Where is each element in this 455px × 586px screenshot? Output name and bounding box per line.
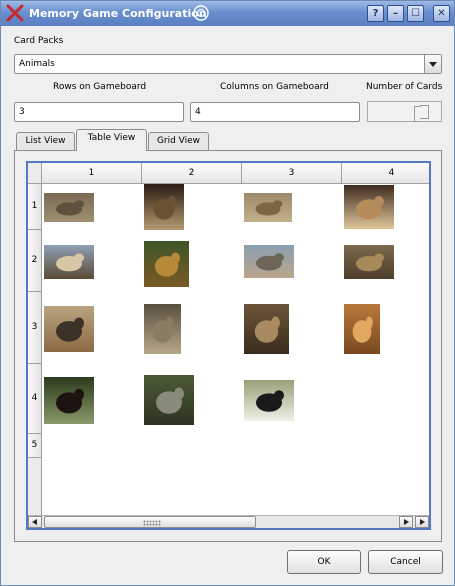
- card-table[interactable]: 1 2 3 4 1 2 3 4 5: [26, 161, 431, 530]
- chevron-down-icon[interactable]: [424, 55, 441, 73]
- horizontal-scrollbar[interactable]: [28, 515, 429, 528]
- card-packs-value: Animals: [19, 59, 55, 69]
- card-image-lion[interactable]: [344, 304, 380, 354]
- tab-list-view[interactable]: List View: [16, 132, 75, 150]
- column-header[interactable]: 1: [42, 163, 142, 184]
- rows-label: Rows on Gameboard: [53, 82, 147, 92]
- row-number: 1: [31, 200, 38, 211]
- row-header[interactable]: 2: [28, 230, 42, 292]
- app-x-icon: [6, 4, 24, 22]
- columns-label: Columns on Gameboard: [220, 82, 329, 92]
- ok-button[interactable]: OK: [287, 550, 361, 574]
- lcd-digit: [414, 105, 429, 122]
- window-title: Memory Game Configuration: [29, 7, 207, 20]
- swirl-icon: [193, 5, 209, 21]
- tab-grid-view[interactable]: Grid View: [148, 132, 209, 150]
- row-number: 5: [31, 439, 38, 450]
- scroll-right-button[interactable]: [399, 516, 413, 528]
- title-bar[interactable]: Memory Game Configuration ? – ☐ ✕: [1, 1, 454, 26]
- scrollbar-thumb[interactable]: [44, 516, 256, 528]
- maximize-button[interactable]: ☐: [407, 5, 424, 22]
- minimize-button[interactable]: –: [387, 5, 404, 22]
- card-image-hippo-water[interactable]: [244, 245, 294, 278]
- row-number: 3: [31, 321, 38, 332]
- column-header[interactable]: 3: [242, 163, 342, 184]
- scroll-right-end-button[interactable]: [415, 516, 429, 528]
- column-header[interactable]: 2: [142, 163, 242, 184]
- number-of-cards-display: [367, 101, 442, 122]
- tab-table-view[interactable]: Table View: [76, 129, 147, 151]
- card-image-bear[interactable]: [344, 185, 394, 229]
- card-image-vervet-monkey[interactable]: [144, 375, 194, 425]
- card-image-armadillo[interactable]: [44, 193, 94, 222]
- card-image-oryx[interactable]: [44, 245, 94, 279]
- columns-value: 4: [195, 107, 201, 117]
- row-number: 2: [31, 254, 38, 265]
- dialog-window: Memory Game Configuration ? – ☐ ✕ Card P…: [0, 0, 455, 586]
- cancel-button[interactable]: Cancel: [368, 550, 443, 574]
- close-button[interactable]: ✕: [433, 5, 450, 22]
- card-image-jackal[interactable]: [44, 306, 94, 352]
- rows-field[interactable]: 3: [14, 102, 184, 122]
- row-header[interactable]: 3: [28, 292, 42, 364]
- row-header[interactable]: 4: [28, 364, 42, 434]
- scroll-left-button[interactable]: [28, 516, 42, 528]
- row-header[interactable]: 5: [28, 434, 42, 458]
- card-image-giraffe[interactable]: [144, 241, 189, 287]
- card-image-antelope-horns[interactable]: [144, 184, 184, 230]
- card-image-running-antelope[interactable]: [244, 193, 292, 222]
- card-packs-label: Card Packs: [14, 36, 64, 46]
- table-corner: [28, 163, 42, 184]
- card-image-kudu[interactable]: [244, 304, 289, 354]
- card-image-lion-resting[interactable]: [344, 245, 394, 279]
- help-button[interactable]: ?: [367, 5, 384, 22]
- card-image-sable-antelope[interactable]: [44, 377, 94, 424]
- grip-icon: [143, 520, 161, 526]
- card-image-zebra[interactable]: [244, 380, 294, 421]
- card-packs-select[interactable]: Animals: [14, 54, 442, 74]
- columns-field[interactable]: 4: [190, 102, 360, 122]
- row-number: 4: [31, 392, 38, 403]
- row-header[interactable]: 1: [28, 184, 42, 230]
- card-image-baboon[interactable]: [144, 304, 181, 354]
- number-of-cards-label: Number of Cards: [366, 82, 443, 92]
- rows-value: 3: [19, 107, 25, 117]
- column-header[interactable]: 4: [342, 163, 429, 184]
